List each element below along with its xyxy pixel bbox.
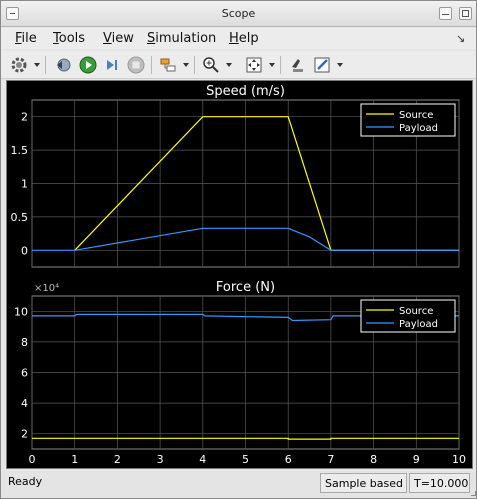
force-xtick-label: 1 — [71, 453, 78, 466]
speed-ytick-label: 1.5 — [11, 144, 29, 157]
menu-bar: File Tools View Simulation Help ↘ — [1, 28, 476, 49]
force-xtick-label: 8 — [370, 453, 377, 466]
force-xtick-label: 5 — [242, 453, 249, 466]
dock-arrow-icon[interactable]: ↘ — [456, 32, 465, 45]
speed-title: Speed (m/s) — [206, 84, 285, 99]
speed-ytick-label: 1 — [21, 178, 28, 191]
chevron-down-icon[interactable] — [34, 63, 40, 67]
force-ytick-label: 6 — [21, 367, 28, 380]
signal-selector-icon[interactable] — [158, 55, 178, 75]
force-xtick-label: 6 — [285, 453, 292, 466]
force-exponent-label: ×10⁴ — [34, 283, 59, 294]
resize-grip-icon[interactable] — [471, 491, 476, 496]
highlight-block-icon[interactable] — [288, 55, 308, 75]
step-back-icon[interactable] — [53, 55, 73, 75]
force-ytick-label: 2 — [21, 428, 28, 441]
menu-file[interactable]: File — [15, 31, 37, 46]
scope-plot: Speed (m/s) 0 0.5 1 1.5 2 Source Payload Force (… — [11, 84, 467, 466]
run-icon[interactable] — [78, 55, 98, 75]
maximize-button[interactable] — [459, 7, 472, 20]
zoom-in-icon[interactable] — [201, 55, 221, 75]
menu-simulation[interactable]: Simulation — [147, 31, 216, 46]
sampling-mode-indicator: Sample based — [320, 473, 407, 493]
chevron-down-icon[interactable] — [269, 63, 275, 67]
force-title: Force (N) — [216, 280, 275, 295]
force-ytick-label: 4 — [21, 397, 28, 410]
scope-window: Scope File Tools View Simulation Help ↘ — [0, 0, 477, 499]
chevron-down-icon[interactable] — [183, 63, 189, 67]
speed-ytick-label: 0.5 — [11, 211, 29, 224]
chevron-down-icon[interactable] — [337, 63, 343, 67]
force-xtick-label: 10 — [452, 453, 466, 466]
status-ready-text: Ready — [8, 475, 43, 488]
scope-display[interactable]: Speed (m/s) 0 0.5 1 1.5 2 Source Payload Force (… — [6, 80, 473, 469]
gear-icon[interactable] — [9, 55, 29, 75]
toolbar — [1, 51, 476, 79]
force-xtick-label: 3 — [157, 453, 164, 466]
force-xtick-label: 9 — [413, 453, 420, 466]
force-xtick-label: 4 — [199, 453, 206, 466]
minimize-button[interactable] — [439, 7, 452, 20]
speed-ytick-label: 2 — [21, 111, 28, 124]
speed-ytick-label: 0 — [21, 244, 28, 257]
force-ytick-label: 10 — [14, 305, 28, 318]
force-xtick-label: 0 — [29, 453, 36, 466]
menu-help[interactable]: Help — [229, 31, 259, 46]
status-bar: Ready Sample based T=10.000 — [1, 471, 476, 498]
force-legend-label-payload: Payload — [399, 319, 438, 330]
stop-icon[interactable] — [126, 55, 146, 75]
separator — [194, 56, 195, 74]
edit-properties-icon[interactable] — [312, 55, 332, 75]
separator — [45, 56, 46, 74]
separator — [280, 56, 281, 74]
force-xtick-label: 2 — [114, 453, 121, 466]
window-title: Scope — [221, 7, 256, 20]
force-legend-label-source: Source — [399, 306, 433, 317]
menu-tools[interactable]: Tools — [53, 31, 85, 46]
force-ytick-label: 8 — [21, 336, 28, 349]
menu-view[interactable]: View — [103, 31, 134, 46]
chevron-down-icon[interactable] — [226, 63, 232, 67]
step-forward-icon[interactable] — [102, 55, 122, 75]
speed-legend-label-payload: Payload — [399, 123, 438, 134]
fit-axes-icon[interactable] — [244, 55, 264, 75]
simulation-time-indicator: T=10.000 — [409, 473, 470, 493]
force-xtick-label: 7 — [327, 453, 334, 466]
speed-legend-label-source: Source — [399, 110, 433, 121]
title-bar[interactable]: Scope — [1, 1, 476, 27]
separator — [151, 56, 152, 74]
